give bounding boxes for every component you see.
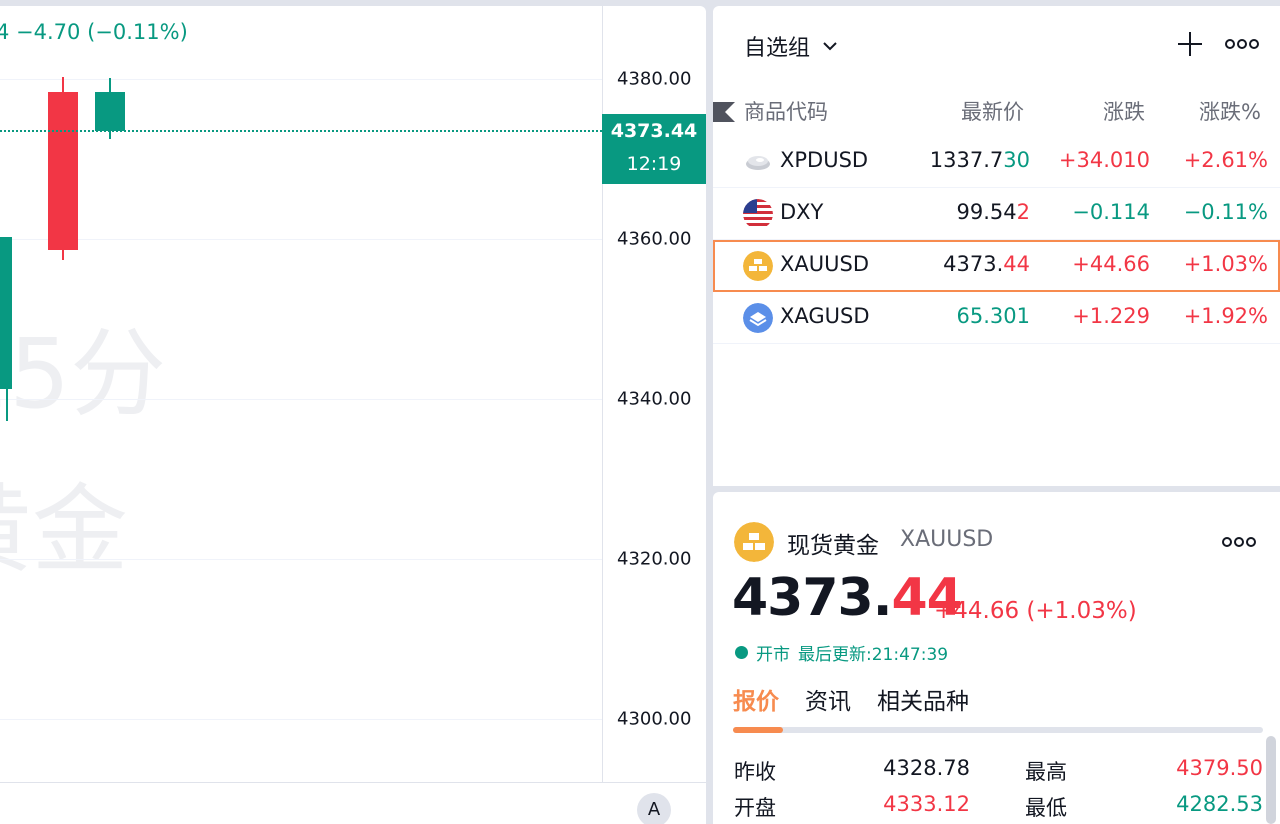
change: +44.66 (1072, 252, 1150, 276)
legend-change: 4 −4.70 (−0.11%) (0, 20, 188, 44)
price-axis-label: 4360.00 (617, 228, 692, 250)
watchlist-column-header: 商品代码 最新价 涨跌 涨跌% (713, 90, 1280, 130)
low-value: 4282.53 (1176, 792, 1263, 816)
open-value: 4333.12 (883, 792, 970, 816)
time-axis[interactable]: A (0, 782, 706, 824)
candle-body[interactable] (48, 91, 78, 251)
status-dot-icon (735, 646, 748, 659)
symbol-label: XPDUSD (780, 148, 869, 172)
market-status-label: 开市 (756, 645, 790, 665)
price-main: 99.54 (956, 200, 1017, 224)
chevron-down-icon (823, 42, 837, 51)
add-icon[interactable] (1176, 30, 1204, 58)
change-pct: +2.61% (1183, 148, 1268, 172)
last-price: 65.301 (956, 304, 1030, 328)
palladium-icon (746, 156, 770, 170)
watchlist-selector[interactable]: 自选组 (744, 30, 838, 62)
price-main: 1337.7 (929, 148, 1004, 172)
auto-scale-button[interactable]: A (637, 793, 671, 824)
column-change-pct[interactable]: 涨跌% (1199, 96, 1261, 126)
price-axis-label: 4380.00 (617, 68, 692, 90)
change: +34.010 (1058, 148, 1150, 172)
symbol-label: DXY (780, 200, 824, 224)
us-flag-icon (743, 199, 773, 229)
price-axis-label: 4300.00 (617, 708, 692, 730)
watchlist-row-dxy[interactable]: DXY 99.542 −0.114 −0.11% (713, 188, 1280, 240)
tab-quote[interactable]: 报价 (733, 682, 779, 732)
gold-icon (734, 522, 774, 562)
prev-close-label: 昨收 (734, 760, 776, 784)
prev-close-value: 4328.78 (883, 756, 970, 780)
watchlist-row-xagusd[interactable]: XAGUSD 65.301 +1.229 +1.92% (713, 292, 1280, 344)
change-pct: +1.92% (1183, 304, 1268, 328)
symbol-label: XAGUSD (780, 304, 870, 328)
gridline (0, 559, 602, 560)
low-label: 最低 (1025, 796, 1067, 820)
symbol-name: 现货黄金 (787, 533, 879, 559)
tab-related[interactable]: 相关品种 (877, 682, 969, 732)
symbol-details-panel: 现货黄金 XAUUSD 4373.44 +44.66 (+1.03%) 开市 最… (713, 492, 1280, 824)
gridline (0, 719, 602, 720)
watermark-interval: 15分 (0, 318, 167, 430)
more-icon[interactable] (1221, 534, 1257, 550)
current-price-line (0, 130, 602, 133)
watchlist-row-xpdusd[interactable]: XPDUSD 1337.730 +34.010 +2.61% (713, 136, 1280, 188)
last-price-large: 4373.44 (732, 568, 963, 628)
price-tail: 30 (1003, 148, 1030, 172)
last-price: 99.542 (957, 200, 1031, 224)
price-tail: 44 (1003, 252, 1030, 276)
watchlist-row-xauusd[interactable]: XAUUSD 4373.44 +44.66 +1.03% (713, 240, 1280, 292)
price-axis-label: 4320.00 (617, 548, 692, 570)
column-price[interactable]: 最新价 (961, 96, 1024, 126)
more-icon[interactable] (1224, 36, 1260, 52)
tab-indicator (733, 727, 783, 733)
current-price-label: 4373.44 (610, 120, 698, 143)
flag-icon[interactable] (713, 102, 735, 122)
open-label: 开盘 (734, 796, 776, 820)
last-price: 4373.44 (943, 252, 1030, 276)
column-change[interactable]: 涨跌 (1103, 96, 1145, 126)
candle-body[interactable] (0, 237, 12, 389)
price-main: 4373. (732, 568, 892, 628)
chart-area[interactable]: 15分 黄金 4 −4.70 (−0.11%) (0, 6, 602, 782)
high-label: 最高 (1025, 760, 1067, 784)
change-pct: +1.03% (1183, 252, 1268, 276)
silver-icon (743, 303, 773, 333)
tab-track (733, 727, 1263, 733)
change-pct: −0.11% (1183, 200, 1268, 224)
price-main: 4373. (943, 252, 1004, 276)
change: +1.229 (1072, 304, 1150, 328)
bar-countdown: 12:19 (626, 153, 682, 176)
price-change: +44.66 (+1.03%) (934, 598, 1137, 624)
market-status: 开市 最后更新:21:47:39 (735, 640, 948, 665)
tab-news[interactable]: 资讯 (805, 682, 851, 732)
symbol-ticker: XAUUSD (900, 527, 994, 552)
gridline (0, 399, 602, 400)
last-price: 1337.730 (930, 148, 1030, 172)
gridline (0, 79, 602, 80)
chart-panel[interactable]: 15分 黄金 4 −4.70 (−0.11%) 4380.00 4360.00 43… (0, 6, 706, 824)
watchlist-panel: 自选组 商品代码 最新价 涨跌 涨跌% XPDUSD 1337.730 +34.… (713, 6, 1280, 486)
candle-body[interactable] (95, 91, 125, 131)
price-axis-label: 4340.00 (617, 388, 692, 410)
watchlist-header: 自选组 (713, 6, 1280, 86)
last-update: 最后更新:21:47:39 (798, 645, 949, 665)
gold-icon (743, 251, 773, 281)
scrollbar[interactable] (1266, 736, 1276, 824)
current-price-tag: 4373.44 12:19 (602, 114, 706, 185)
column-symbol[interactable]: 商品代码 (744, 96, 828, 126)
watchlist-title: 自选组 (744, 36, 811, 61)
change: −0.114 (1072, 200, 1150, 224)
price-tail: 2 (1016, 200, 1030, 224)
details-tabs: 报价 资讯 相关品种 (733, 682, 969, 732)
symbol-label: XAUUSD (780, 252, 869, 276)
high-value: 4379.50 (1176, 756, 1263, 780)
watermark-symbol-name: 黄金 (0, 474, 128, 586)
gridline (0, 239, 602, 240)
